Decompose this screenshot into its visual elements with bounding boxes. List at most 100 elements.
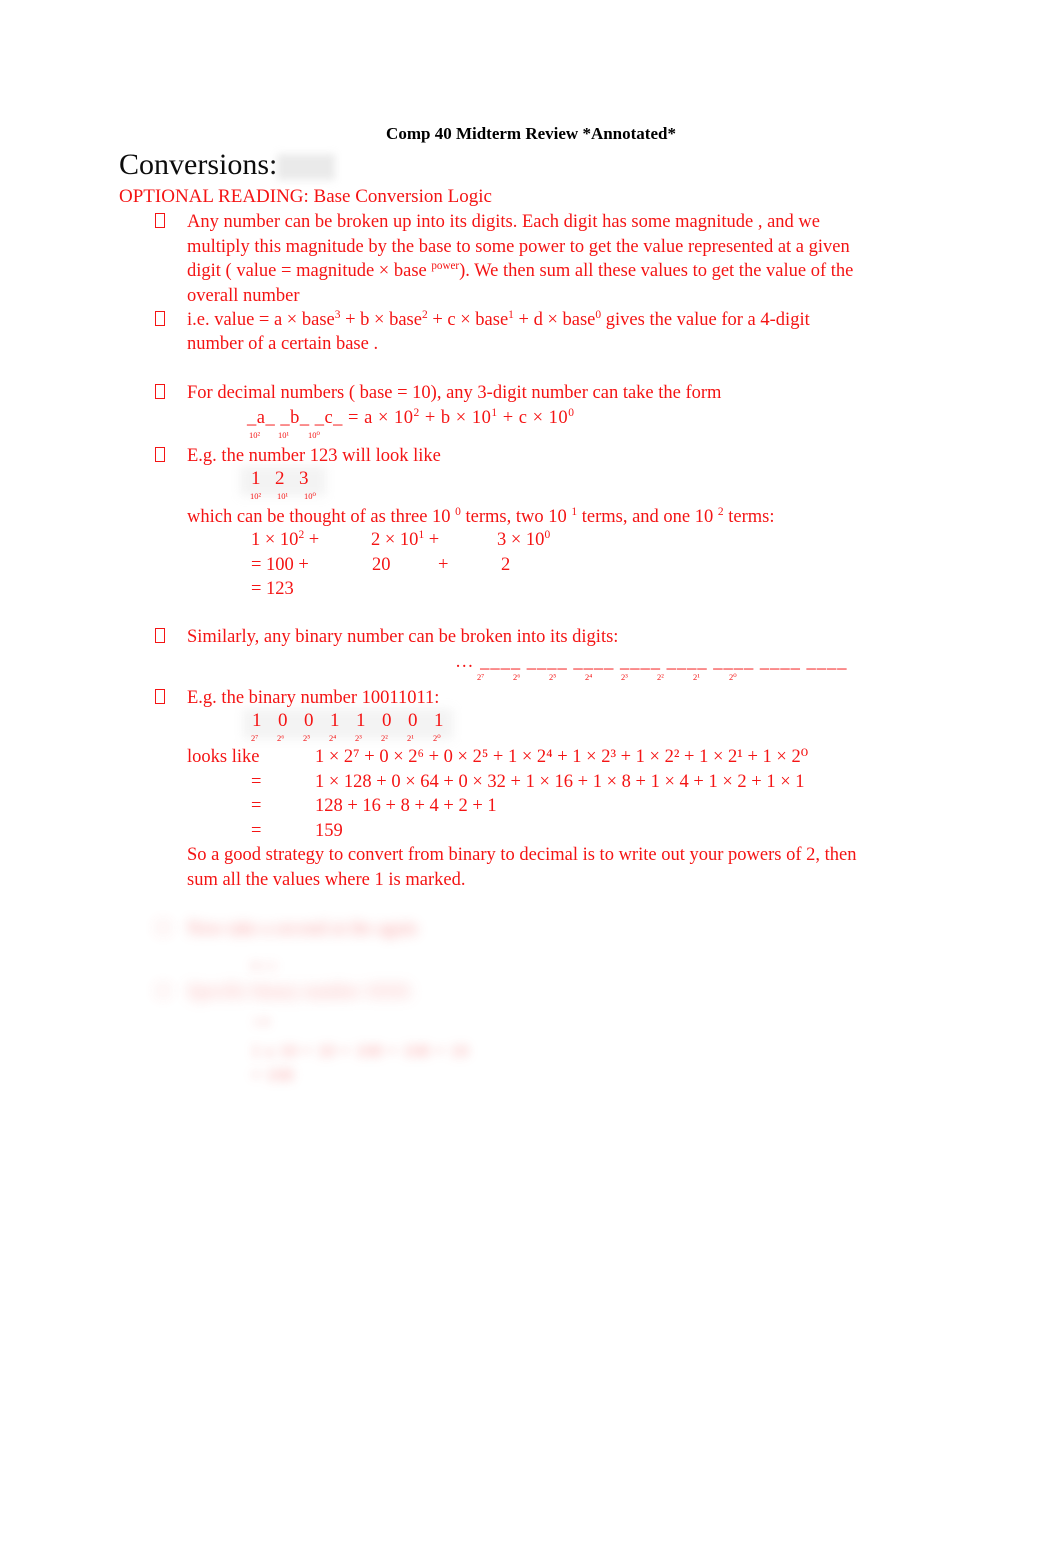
binary-digit-label-1: 2⁶ [277, 733, 285, 743]
decimal-calc-2-plus: + [438, 554, 449, 575]
binary-leader: … [455, 652, 475, 672]
binary-digit-6: 0 [408, 710, 418, 731]
binary-row-1: 1 × 2⁷ + 0 × 2⁶ + 0 × 2⁵ + 1 × 2⁴ + 1 × … [315, 747, 809, 767]
binary-row-3-label: = [251, 796, 262, 816]
redacted-bullet-marker-2: □ [155, 980, 172, 1000]
binary-digit-label-5: 2² [381, 733, 388, 743]
bullet-box-icon [155, 213, 165, 228]
bullet-marker-3 [155, 381, 165, 406]
binary-blank-label-5: 2² [657, 672, 664, 682]
page-title: Comp 40 Midterm Review *Annotated* [386, 124, 676, 143]
redacted-line-4: 1 0 [253, 1014, 270, 1029]
b2-e: gives the value for a 4-digit [601, 310, 810, 330]
binary-blank-label-0: 2⁷ [477, 672, 485, 682]
decimal-calc-1-term-3: 3 × 100 [497, 528, 550, 553]
binary-row-2-label: = [251, 771, 262, 792]
redacted-line-1: Now take a second at the again [187, 919, 418, 939]
bullet-marker-1 [155, 210, 165, 235]
binary-digit-label-6: 2¹ [407, 733, 414, 743]
binary-row-4-label: = [251, 820, 262, 841]
bullet-1-line-4: overall number [187, 285, 300, 306]
binary-blank-label-3: 2⁴ [585, 672, 593, 682]
decimal-digit-2: 3 [299, 468, 309, 489]
binary-row-2: 1 × 128 + 0 × 64 + 0 × 32 + 1 × 16 + 1 ×… [315, 771, 805, 792]
bullet-marker-5 [155, 625, 165, 650]
bullet-1-line-3: digit ( value = magnitude × base power).… [187, 259, 853, 284]
decimal-form-label-1: 10¹ [278, 430, 290, 440]
b1-l3-sup: power [431, 259, 460, 272]
redacted-line-5: 1 x 10 + 10 + 100 + 100 + 10 [251, 1042, 469, 1062]
binary-digit-4: 1 [356, 710, 366, 731]
bullet-box-icon [155, 447, 165, 462]
binary-row-1-label: looks like [187, 747, 260, 767]
binary-blank-label-7: 2⁰ [729, 672, 737, 682]
bullet-5-text: Similarly, any binary number can be brok… [187, 627, 619, 647]
highlight-smudge-2 [243, 709, 453, 739]
redacted-bullet-marker-1: □ [155, 917, 172, 937]
decimal-digit-1: 2 [275, 468, 285, 489]
binary-row-3: 128 + 16 + 8 + 4 + 2 + 1 [315, 796, 497, 816]
b2-d: + d × base [513, 310, 596, 330]
decimal-calc-2-mid: 20 [372, 554, 391, 575]
bullet-box-icon [155, 311, 165, 326]
binary-digit-2: 0 [304, 710, 314, 731]
subheading: OPTIONAL READING: Base Conversion Logic [119, 186, 492, 207]
decimal-explanation: which can be thought of as three 10 0 te… [187, 505, 775, 530]
bullet-4-text: E.g. the number 123 will look like [187, 446, 441, 466]
binary-blank-label-1: 2⁶ [513, 672, 521, 682]
bullet-1-line-1: Any number can be broken up into its dig… [187, 212, 820, 232]
decimal-exp-0: 0 [568, 406, 575, 419]
document-page: Comp 40 Midterm Review *Annotated* Conve… [0, 0, 1062, 1561]
binary-digit-label-7: 2⁰ [433, 733, 441, 743]
decimal-form-label-0: 10² [249, 430, 261, 440]
binary-blank-slots: ____ ____ ____ ____ ____ ____ ____ ____ [474, 652, 848, 672]
dc1-t2-plus: + [424, 530, 440, 550]
binary-digit-0: 1 [252, 710, 262, 731]
decimal-placeholders: _a_ _b_ _c_ = a × 10 [247, 408, 414, 428]
dx-d: terms: [723, 507, 775, 527]
redacted-line-2: 0 1 1 [251, 958, 277, 973]
binary-digit-label-4: 2³ [355, 733, 362, 743]
decimal-calc-3: = 123 [251, 579, 294, 599]
binary-blank-label-6: 2¹ [693, 672, 700, 682]
bullet-6-text: E.g. the binary number 10011011: [187, 688, 440, 708]
decimal-mid-1: + b × 10 [419, 408, 492, 428]
bullet-1-line-2: multiply this magnitude by the base to s… [187, 236, 850, 257]
decimal-calc-2-last: 2 [501, 554, 511, 575]
bullet-box-icon [155, 689, 165, 704]
bullet-2-line-1: i.e. value = a × base3 + b × base2 + c ×… [187, 308, 810, 333]
redacted-line-6: = 100 [251, 1066, 294, 1086]
binary-digit-1: 0 [278, 710, 288, 731]
redacted-line-3: Specific binary number 10101 [187, 982, 412, 1002]
decimal-mid-2: + c × 10 [497, 408, 569, 428]
decimal-digit-label-1: 10¹ [277, 491, 289, 501]
dc1-t3: 3 × 10 [497, 530, 545, 550]
dc1-t1: 1 × 10 [251, 530, 299, 550]
dc1-t3-sup: 0 [544, 528, 551, 541]
decimal-calc-2-eq: = 100 + [251, 554, 309, 575]
binary-digit-label-2: 2⁵ [303, 733, 311, 743]
decimal-calc-1-term-2: 2 × 101 + [371, 528, 439, 553]
bullet-3-text: For decimal numbers ( base = 10), any 3-… [187, 383, 722, 403]
decimal-digit-label-2: 10⁰ [304, 491, 316, 501]
dx-c: terms, and one 10 [577, 507, 718, 527]
binary-digit-5: 0 [382, 710, 392, 731]
bullet-marker-6 [155, 686, 165, 711]
binary-digit-3: 1 [330, 710, 340, 731]
b2-b: + b × base [340, 310, 422, 330]
b2-a: i.e. value = a × base [187, 310, 335, 330]
binary-blank-row: … ____ ____ ____ ____ ____ ____ ____ ___… [455, 652, 848, 673]
b2-c: + c × base [427, 310, 509, 330]
binary-digit-7: 1 [434, 710, 444, 731]
dc1-t1-plus: + [304, 530, 320, 550]
decimal-form-label-2: 10⁰ [308, 430, 320, 440]
bullet-marker-4 [155, 444, 165, 469]
section-heading: Conversions: [119, 148, 277, 182]
bullet-marker-2 [155, 308, 165, 333]
binary-blank-label-4: 2³ [621, 672, 628, 682]
bullet-box-icon [155, 384, 165, 399]
dx-b: terms, two 10 [460, 507, 572, 527]
closing-line-2: sum all the values where 1 is marked. [187, 869, 466, 890]
decimal-digit-0: 1 [251, 468, 261, 489]
bullet-2-line-2: number of a certain base . [187, 333, 379, 354]
